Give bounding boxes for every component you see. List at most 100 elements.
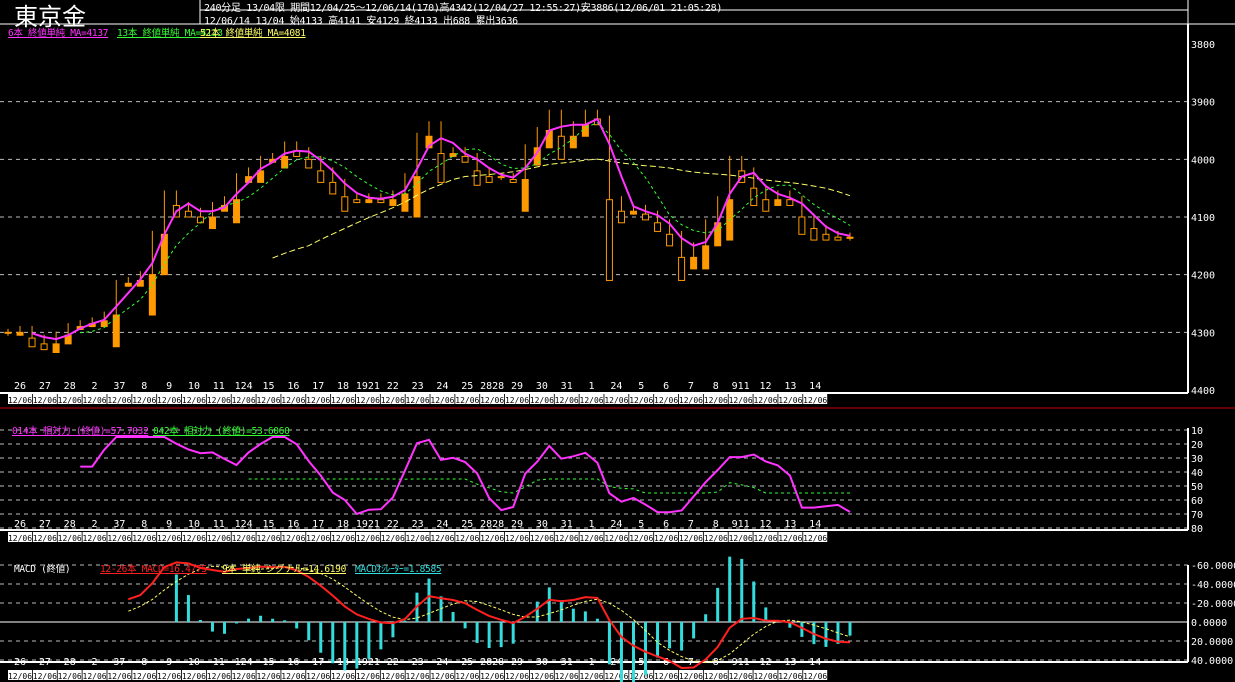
candle: [305, 158, 313, 169]
date-strip-label: 12/06: [83, 396, 107, 405]
date-strip-label: 12/06: [604, 672, 628, 681]
x-tick-label: 18: [337, 657, 349, 668]
x-tick-label: 24: [610, 519, 622, 530]
x-tick-label: 10: [188, 657, 200, 668]
candle: [798, 216, 806, 235]
x-tick-label: 8: [713, 381, 719, 392]
rsi-tick-label: 10: [1191, 426, 1203, 437]
x-tick-label: 2828: [480, 381, 504, 392]
x-tick-label: 14: [809, 381, 821, 392]
candle: [497, 176, 505, 179]
x-tick-label: 16: [287, 519, 299, 530]
price-tick-label: 4200: [1191, 271, 1215, 282]
x-tick-label: 8: [141, 381, 147, 392]
oscillator-bar: [283, 620, 287, 622]
x-tick-label: 7: [688, 519, 694, 530]
date-strip-label: 12/06: [530, 396, 554, 405]
rsi14-line: [80, 436, 851, 516]
date-strip-label: 12/06: [281, 396, 305, 405]
date-strip-label: 12/06: [530, 534, 554, 543]
date-strip-label: 12/06: [83, 534, 107, 543]
x-tick-label: 28: [64, 519, 76, 530]
date-strip-label: 12/06: [132, 534, 156, 543]
x-tick-label: 1921: [356, 519, 380, 530]
date-strip-label: 12/06: [33, 396, 57, 405]
date-strip-label: 12/06: [430, 396, 454, 405]
oscillator-bar: [367, 622, 371, 659]
rsi-tick-label: 30: [1191, 454, 1203, 465]
oscillator-bar: [716, 587, 720, 622]
x-tick-label: 11: [213, 657, 225, 668]
oscillator-bar: [295, 622, 299, 629]
date-strip-label: 12/06: [803, 672, 827, 681]
x-tick-label: 28: [64, 381, 76, 392]
x-tick-label: 26: [14, 657, 26, 668]
candle: [196, 216, 204, 224]
oscillator-bar: [752, 581, 756, 622]
candle: [557, 135, 565, 160]
date-strip-label: 12/06: [182, 534, 206, 543]
x-tick-label: 30: [536, 381, 548, 392]
x-tick-label: 26: [14, 381, 26, 392]
oscillator-bar: [186, 595, 190, 622]
candle: [822, 233, 830, 241]
macd-tick-label: 40.0000: [1191, 656, 1233, 667]
date-strip-label: 12/06: [83, 672, 107, 681]
oscillator-bar: [403, 620, 407, 622]
date-strip-label: 12/06: [729, 672, 753, 681]
x-tick-label: 30: [536, 657, 548, 668]
oscillator-bar: [223, 622, 227, 634]
date-strip-label: 12/06: [753, 534, 777, 543]
candle: [834, 236, 842, 241]
date-strip-label: 12/06: [629, 534, 653, 543]
date-strip-label: 12/06: [182, 396, 206, 405]
date-strip-label: 12/06: [381, 396, 405, 405]
x-tick-label: 10: [188, 381, 200, 392]
x-tick-label: 9: [166, 381, 172, 392]
chart-canvas: 4400 4300 4200 4100 4000 3900 3800 80 70 60 50 40 30…: [0, 0, 1235, 682]
x-tick-label: 24: [436, 657, 448, 668]
oscillator-bar: [331, 622, 335, 664]
x-tick-label: 1: [589, 657, 595, 668]
date-strip-label: 12/06: [356, 672, 380, 681]
x-tick-label: 15: [262, 657, 274, 668]
candle: [666, 233, 674, 247]
oscillator-bar: [692, 622, 696, 639]
x-tick-label: 22: [387, 519, 399, 530]
date-strip-label: 12/06: [58, 672, 82, 681]
oscillator-bar: [307, 622, 311, 641]
x-tick-label: 13: [784, 519, 796, 530]
candle: [786, 199, 794, 206]
date-strip-label: 12/06: [281, 672, 305, 681]
date-strip-label: 12/06: [8, 396, 32, 405]
x-tick-label: 9: [166, 519, 172, 530]
oscillator-bar: [547, 587, 551, 622]
date-strip-label: 12/06: [157, 672, 181, 681]
x-tick-label: 5: [638, 519, 644, 530]
candle: [485, 176, 493, 183]
date-strip-label: 12/06: [256, 672, 280, 681]
candle: [642, 213, 650, 221]
oscillator-bar: [728, 556, 732, 622]
oscillator-bar: [319, 622, 323, 653]
x-tick-label: 911: [732, 381, 750, 392]
date-strip-label: 12/06: [107, 534, 131, 543]
x-tick-label: 29: [511, 381, 523, 392]
x-tick-label: 37: [113, 519, 125, 530]
date-strip-label: 12/06: [58, 396, 82, 405]
x-tick-label: 124: [235, 381, 253, 392]
date-strip-label: 12/06: [306, 534, 330, 543]
date-strip-label: 12/06: [232, 672, 256, 681]
candle: [774, 199, 782, 206]
x-tick-label: 31: [561, 657, 573, 668]
candle: [124, 282, 132, 287]
x-tick-label: 8: [141, 657, 147, 668]
candle: [846, 236, 854, 239]
date-strip-label: 12/06: [455, 672, 479, 681]
date-strip-label: 12/06: [505, 396, 529, 405]
date-strip-label: 12/06: [33, 534, 57, 543]
candle: [605, 199, 613, 281]
x-tick-label: 25: [461, 381, 473, 392]
date-strip-label: 12/06: [8, 534, 32, 543]
x-tick-label: 9: [166, 657, 172, 668]
